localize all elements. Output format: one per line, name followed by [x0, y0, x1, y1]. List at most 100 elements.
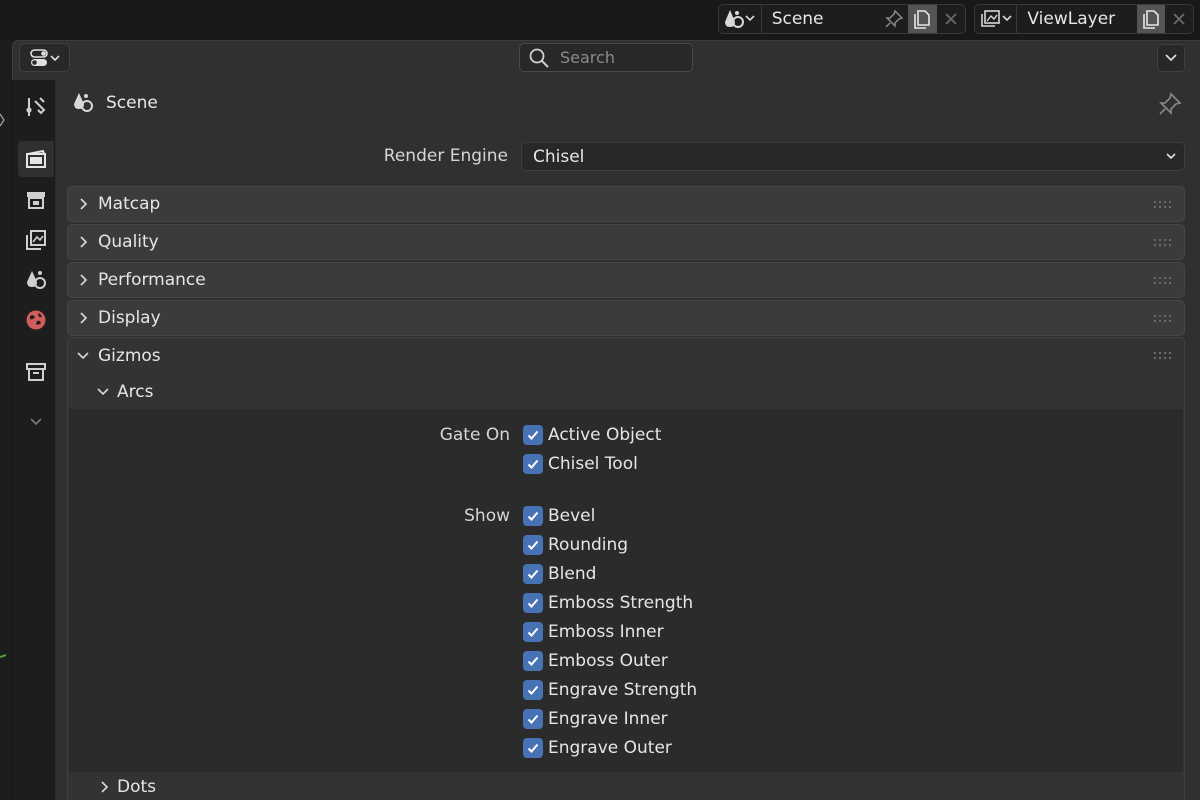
checkbox-emboss-strength[interactable]: Emboss Strength — [523, 592, 693, 614]
view-layer-icon — [980, 10, 1012, 27]
pin-icon — [1159, 92, 1182, 115]
view-layer-name-field[interactable]: ViewLayer — [1017, 5, 1136, 33]
checkbox-rounding[interactable]: Rounding — [523, 534, 628, 556]
checkbox-box[interactable] — [523, 506, 543, 526]
panel-matcap[interactable]: Matcap — [67, 186, 1185, 222]
checkbox-box[interactable] — [523, 564, 543, 584]
show-label: Show — [464, 506, 510, 526]
checkbox-blend[interactable]: Blend — [523, 563, 596, 585]
checkbox-box[interactable] — [523, 651, 543, 671]
checkbox-box[interactable] — [523, 738, 543, 758]
checkbox-box[interactable] — [523, 454, 543, 474]
chevron-down-icon — [97, 387, 109, 395]
gate-on-label: Gate On — [439, 425, 510, 445]
drag-handle-icon[interactable] — [1154, 315, 1172, 323]
panel-gizmos-header[interactable]: Gizmos — [68, 338, 1184, 374]
scene-tab[interactable] — [18, 262, 54, 298]
new-view-layer-button[interactable] — [1136, 5, 1165, 33]
checkbox-box[interactable] — [523, 709, 543, 729]
checkmark-icon — [527, 569, 539, 579]
scene-browse-button[interactable] — [719, 5, 762, 33]
panel-label: Display — [98, 308, 161, 328]
properties-editor-icon — [29, 48, 60, 66]
checkmark-icon — [527, 430, 539, 440]
search-field[interactable]: Search — [519, 43, 693, 72]
scene-icon — [27, 271, 46, 289]
drag-handle-icon[interactable] — [1154, 239, 1172, 247]
new-scene-button[interactable] — [908, 5, 937, 33]
chevron-right-icon — [80, 312, 88, 324]
checkmark-icon — [527, 627, 539, 637]
checkmark-icon — [527, 598, 539, 608]
chevron-right-icon — [80, 274, 88, 286]
checkbox-engrave-inner[interactable]: Engrave Inner — [523, 708, 668, 730]
checkbox-box[interactable] — [523, 622, 543, 642]
checkbox-box[interactable] — [523, 425, 543, 445]
collection-tab[interactable] — [18, 354, 54, 390]
checkbox-box[interactable] — [523, 535, 543, 555]
tool-icon — [26, 97, 46, 116]
checkbox-engrave-strength[interactable]: Engrave Strength — [523, 679, 697, 701]
checkbox-label: Bevel — [548, 506, 596, 526]
search-placeholder: Search — [560, 48, 615, 67]
drag-handle-icon[interactable] — [1154, 201, 1172, 209]
subpanel-label: Dots — [117, 777, 157, 797]
viewport-edge — [0, 40, 12, 800]
collection-icon — [26, 363, 46, 381]
checkmark-icon — [527, 714, 539, 724]
world-icon — [26, 310, 46, 330]
checkbox-label: Emboss Inner — [548, 622, 664, 642]
render-engine-dropdown[interactable]: Chisel — [521, 142, 1185, 171]
checkbox-engrave-outer[interactable]: Engrave Outer — [523, 737, 672, 759]
checkbox-box[interactable] — [523, 593, 543, 613]
checkbox-chisel-tool[interactable]: Chisel Tool — [523, 453, 638, 475]
drag-handle-icon[interactable] — [1154, 352, 1172, 360]
drag-handle-icon[interactable] — [1154, 277, 1172, 285]
duplicate-icon — [914, 10, 931, 29]
panel-label: Gizmos — [98, 346, 161, 366]
checkmark-icon — [527, 540, 539, 550]
checkmark-icon — [527, 685, 539, 695]
scene-name-field[interactable]: Scene — [762, 5, 880, 33]
output-icon — [27, 192, 45, 209]
subpanel-arcs-header[interactable]: Arcs — [69, 374, 1183, 409]
panel-quality[interactable]: Quality — [67, 224, 1185, 260]
checkbox-label: Emboss Outer — [548, 651, 668, 671]
scene-selector: Scene — [718, 4, 966, 34]
context-pin-button[interactable] — [1158, 92, 1182, 116]
render-icon — [26, 149, 46, 168]
context-scene-icon-wrap — [71, 91, 95, 115]
checkbox-emboss-outer[interactable]: Emboss Outer — [523, 650, 668, 672]
chevron-down-icon — [77, 352, 89, 360]
view-layer-browse-button[interactable] — [975, 5, 1018, 33]
more-tabs-button[interactable] — [18, 404, 54, 440]
checkbox-label: Active Object — [548, 425, 662, 445]
render-tab[interactable] — [18, 141, 54, 177]
panel-performance[interactable]: Performance — [67, 262, 1185, 298]
editor-type-button[interactable] — [19, 43, 70, 72]
chevron-down-icon — [30, 418, 42, 426]
checkbox-box[interactable] — [523, 680, 543, 700]
chevron-down-icon — [1166, 153, 1176, 160]
checkbox-emboss-inner[interactable]: Emboss Inner — [523, 621, 664, 643]
scene-icon — [74, 93, 93, 112]
delete-scene-button[interactable] — [937, 5, 965, 33]
tool-tab[interactable] — [18, 89, 54, 125]
checkbox-label: Chisel Tool — [548, 454, 638, 474]
checkbox-active-object[interactable]: Active Object — [523, 424, 661, 446]
world-tab[interactable] — [18, 302, 54, 338]
scene-pin-button[interactable] — [880, 5, 908, 33]
subpanel-dots-header[interactable]: Dots — [69, 774, 1183, 800]
view-layer-icon — [26, 230, 46, 250]
view-layer-tab[interactable] — [18, 222, 54, 258]
panel-display[interactable]: Display — [67, 300, 1185, 336]
pin-icon — [885, 9, 904, 28]
close-icon — [1173, 13, 1185, 25]
output-tab[interactable] — [18, 182, 54, 218]
options-dropdown-button[interactable] — [1157, 44, 1185, 72]
checkmark-icon — [527, 743, 539, 753]
view-layer-selector: ViewLayer — [974, 4, 1194, 34]
delete-view-layer-button[interactable] — [1165, 5, 1193, 33]
checkmark-icon — [527, 656, 539, 666]
checkbox-bevel[interactable]: Bevel — [523, 505, 595, 527]
